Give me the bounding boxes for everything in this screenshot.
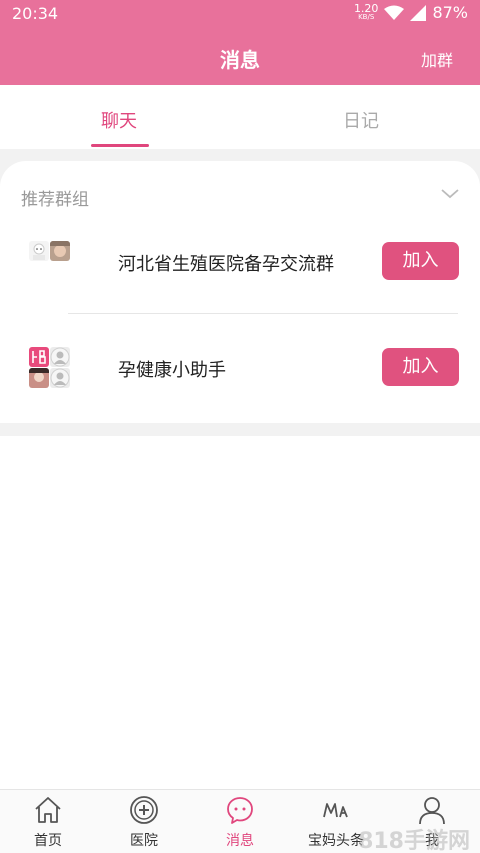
profile-icon xyxy=(419,797,445,825)
section-title: 推荐群组 xyxy=(21,190,89,210)
group-row[interactable]: 河北省生殖医院备孕交流群 加入 xyxy=(0,216,480,306)
chevron-down-icon[interactable] xyxy=(441,185,459,203)
headline-icon xyxy=(323,803,348,818)
status-bar: 20:34 1.20 KB/S 87% xyxy=(0,0,480,28)
join-button[interactable]: 加入 xyxy=(382,348,459,386)
hospital-icon xyxy=(130,796,158,824)
member-avatar xyxy=(29,368,49,388)
group-row[interactable]: 孕健康小助手 加入 xyxy=(0,322,480,412)
tab-chat[interactable]: 聊天 xyxy=(101,107,137,133)
group-name: 孕健康小助手 xyxy=(118,360,226,381)
join-button[interactable]: 加入 xyxy=(382,242,459,280)
net-speed: 1.20 KB/S xyxy=(353,1,379,22)
home-icon xyxy=(35,797,61,823)
status-icons: 1.20 KB/S 87% xyxy=(353,1,468,23)
nav-item-hospital[interactable]: 医院 xyxy=(96,790,192,853)
join-group-button[interactable]: 加群 xyxy=(421,47,453,71)
watermark: 818手游网 xyxy=(358,829,470,853)
recommend-groups-card: 推荐群组 河北省生殖医院备孕交流群 加入 孕健康小助手 加入 xyxy=(0,161,480,423)
status-time: 20:34 xyxy=(12,4,59,23)
group-name: 河北省生殖医院备孕交流群 xyxy=(118,254,334,275)
default-avatar-icon xyxy=(50,368,70,388)
nav-item-messages[interactable]: 消息 xyxy=(192,790,288,853)
title-bar: 消息 加群 xyxy=(0,40,480,74)
brand-logo xyxy=(29,347,49,367)
net-speed-value: 1.20 xyxy=(353,1,379,15)
message-icon xyxy=(227,797,253,824)
nav-label: 医院 xyxy=(130,833,158,849)
nav-item-home[interactable]: 首页 xyxy=(0,790,96,853)
member-avatar xyxy=(50,241,70,261)
battery-level: 87% xyxy=(432,3,468,22)
nav-label: 首页 xyxy=(34,833,62,849)
app-header: 20:34 1.20 KB/S 87% 消息 加群 xyxy=(0,0,480,85)
nav-label: 消息 xyxy=(226,833,254,849)
default-avatar-icon xyxy=(50,347,70,367)
row-divider xyxy=(68,313,458,314)
page-title: 消息 xyxy=(220,48,260,72)
member-avatar xyxy=(29,241,49,261)
wifi-icon xyxy=(384,5,405,20)
group-avatar xyxy=(29,347,73,391)
message-tabs: 聊天 日记 xyxy=(0,85,480,149)
active-tab-indicator xyxy=(91,144,149,147)
tab-diary[interactable]: 日记 xyxy=(343,107,379,133)
signal-icon xyxy=(410,4,427,21)
group-avatar xyxy=(29,241,73,285)
